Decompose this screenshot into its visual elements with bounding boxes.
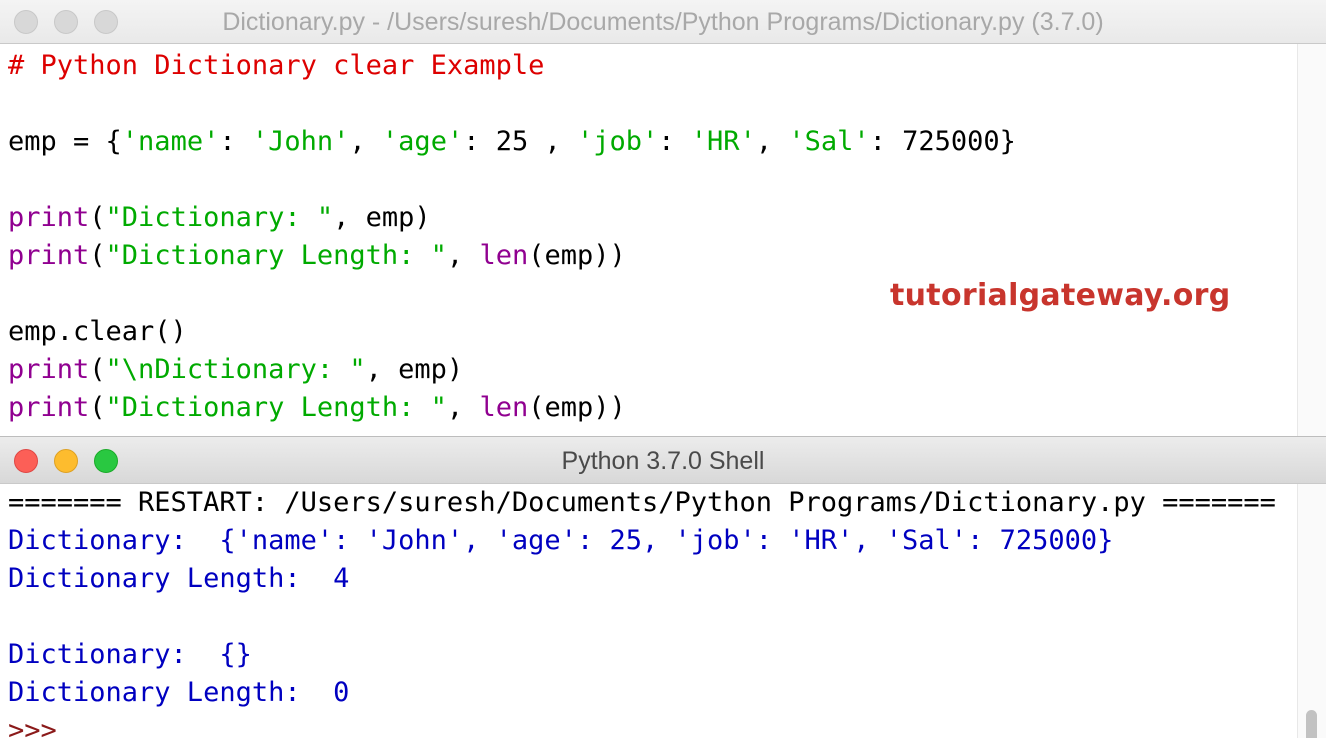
- code-token-keyword: print: [8, 354, 90, 385]
- code-line: emp.clear(): [8, 313, 1298, 351]
- shell-titlebar[interactable]: Python 3.7.0 Shell: [0, 436, 1326, 484]
- code-line: print("\nDictionary: ", emp): [8, 351, 1298, 389]
- code-line: # Python Dictionary clear Example: [8, 47, 1298, 85]
- code-token-keyword: print: [8, 202, 90, 233]
- code-token-keyword: print: [8, 392, 90, 423]
- shell-line: Dictionary: {'name': 'John', 'age': 25, …: [8, 522, 1298, 560]
- code-token-plain: (emp)): [528, 240, 626, 271]
- code-token-string: 'age': [381, 126, 464, 157]
- code-line: print("Dictionary Length: ", len(emp)): [8, 237, 1298, 275]
- shell-line: ======= RESTART: /Users/suresh/Documents…: [8, 484, 1298, 522]
- code-token-plain: :: [658, 126, 691, 157]
- code-token-keyword: len: [479, 240, 529, 271]
- code-token-plain: (: [89, 240, 106, 271]
- code-token-plain: ,: [349, 126, 382, 157]
- editor-window-title: Dictionary.py - /Users/suresh/Documents/…: [222, 8, 1104, 36]
- code-token-prompt: >>>: [8, 715, 74, 738]
- watermark-logo: tutorialgateway.org: [890, 278, 1231, 313]
- code-token-plain: ,: [446, 392, 480, 423]
- shell-line: >>>: [8, 712, 1298, 738]
- code-token-plain: ,: [446, 240, 480, 271]
- editor-scrollbar[interactable]: [1297, 44, 1326, 436]
- code-token-string: "Dictionary: ": [105, 202, 334, 233]
- code-token-string: 'John': [251, 126, 350, 157]
- code-token-comment: # Python Dictionary clear Example: [8, 50, 545, 81]
- code-token-output: Dictionary: {}: [8, 639, 252, 670]
- code-token-plain: : 25 ,: [463, 126, 577, 157]
- shell-line: Dictionary Length: 0: [8, 674, 1298, 712]
- code-token-plain: :: [219, 126, 252, 157]
- code-token-string: "Dictionary Length: ": [105, 240, 447, 271]
- code-token-plain: emp = {: [8, 126, 122, 157]
- code-token-plain: (emp)): [528, 392, 626, 423]
- shell-scrollbar-thumb[interactable]: [1306, 710, 1317, 738]
- code-token-output: Dictionary: {'name': 'John', 'age': 25, …: [8, 525, 1114, 556]
- editor-code-area[interactable]: # Python Dictionary clear Example emp = …: [8, 47, 1298, 427]
- code-token-plain: : 725000}: [869, 126, 1016, 157]
- code-token-string: "Dictionary Length: ": [105, 392, 447, 423]
- code-token-plain: ,: [755, 126, 789, 157]
- code-token-output: Dictionary Length: 0: [8, 677, 350, 708]
- code-token-string: 'HR': [690, 126, 756, 157]
- shell-scrollbar[interactable]: [1297, 484, 1326, 738]
- code-token-plain: emp.clear(): [8, 316, 187, 347]
- code-token-string: 'job': [577, 126, 659, 157]
- code-token-plain: (: [89, 392, 106, 423]
- code-line: emp = {'name': 'John', 'age': 25 , 'job'…: [8, 123, 1298, 161]
- shell-line: Dictionary: {}: [8, 636, 1298, 674]
- editor-window: Dictionary.py - /Users/suresh/Documents/…: [0, 0, 1326, 436]
- shell-line: Dictionary Length: 4: [8, 560, 1298, 598]
- code-token-plain: , emp): [333, 202, 431, 233]
- code-token-string: "\nDictionary: ": [105, 354, 366, 385]
- code-token-string: 'Sal': [788, 126, 870, 157]
- code-line: print("Dictionary: ", emp): [8, 199, 1298, 237]
- code-token-output: Dictionary Length: 4: [8, 563, 350, 594]
- code-token-string: 'name': [121, 126, 220, 157]
- editor-titlebar[interactable]: Dictionary.py - /Users/suresh/Documents/…: [0, 0, 1326, 44]
- shell-window-title: Python 3.7.0 Shell: [561, 447, 765, 475]
- code-line: print("Dictionary Length: ", len(emp)): [8, 389, 1298, 427]
- code-token-plain: (: [89, 354, 106, 385]
- code-token-plain: , emp): [365, 354, 464, 385]
- shell-output-area[interactable]: ======= RESTART: /Users/suresh/Documents…: [8, 484, 1298, 738]
- code-token-keyword: len: [479, 392, 529, 423]
- shell-window: Python 3.7.0 Shell ======= RESTART: /Use…: [0, 436, 1326, 738]
- code-token-plain: ======= RESTART: /Users/suresh/Documents…: [8, 487, 1276, 518]
- code-token-keyword: print: [8, 240, 90, 271]
- code-token-plain: (: [89, 202, 106, 233]
